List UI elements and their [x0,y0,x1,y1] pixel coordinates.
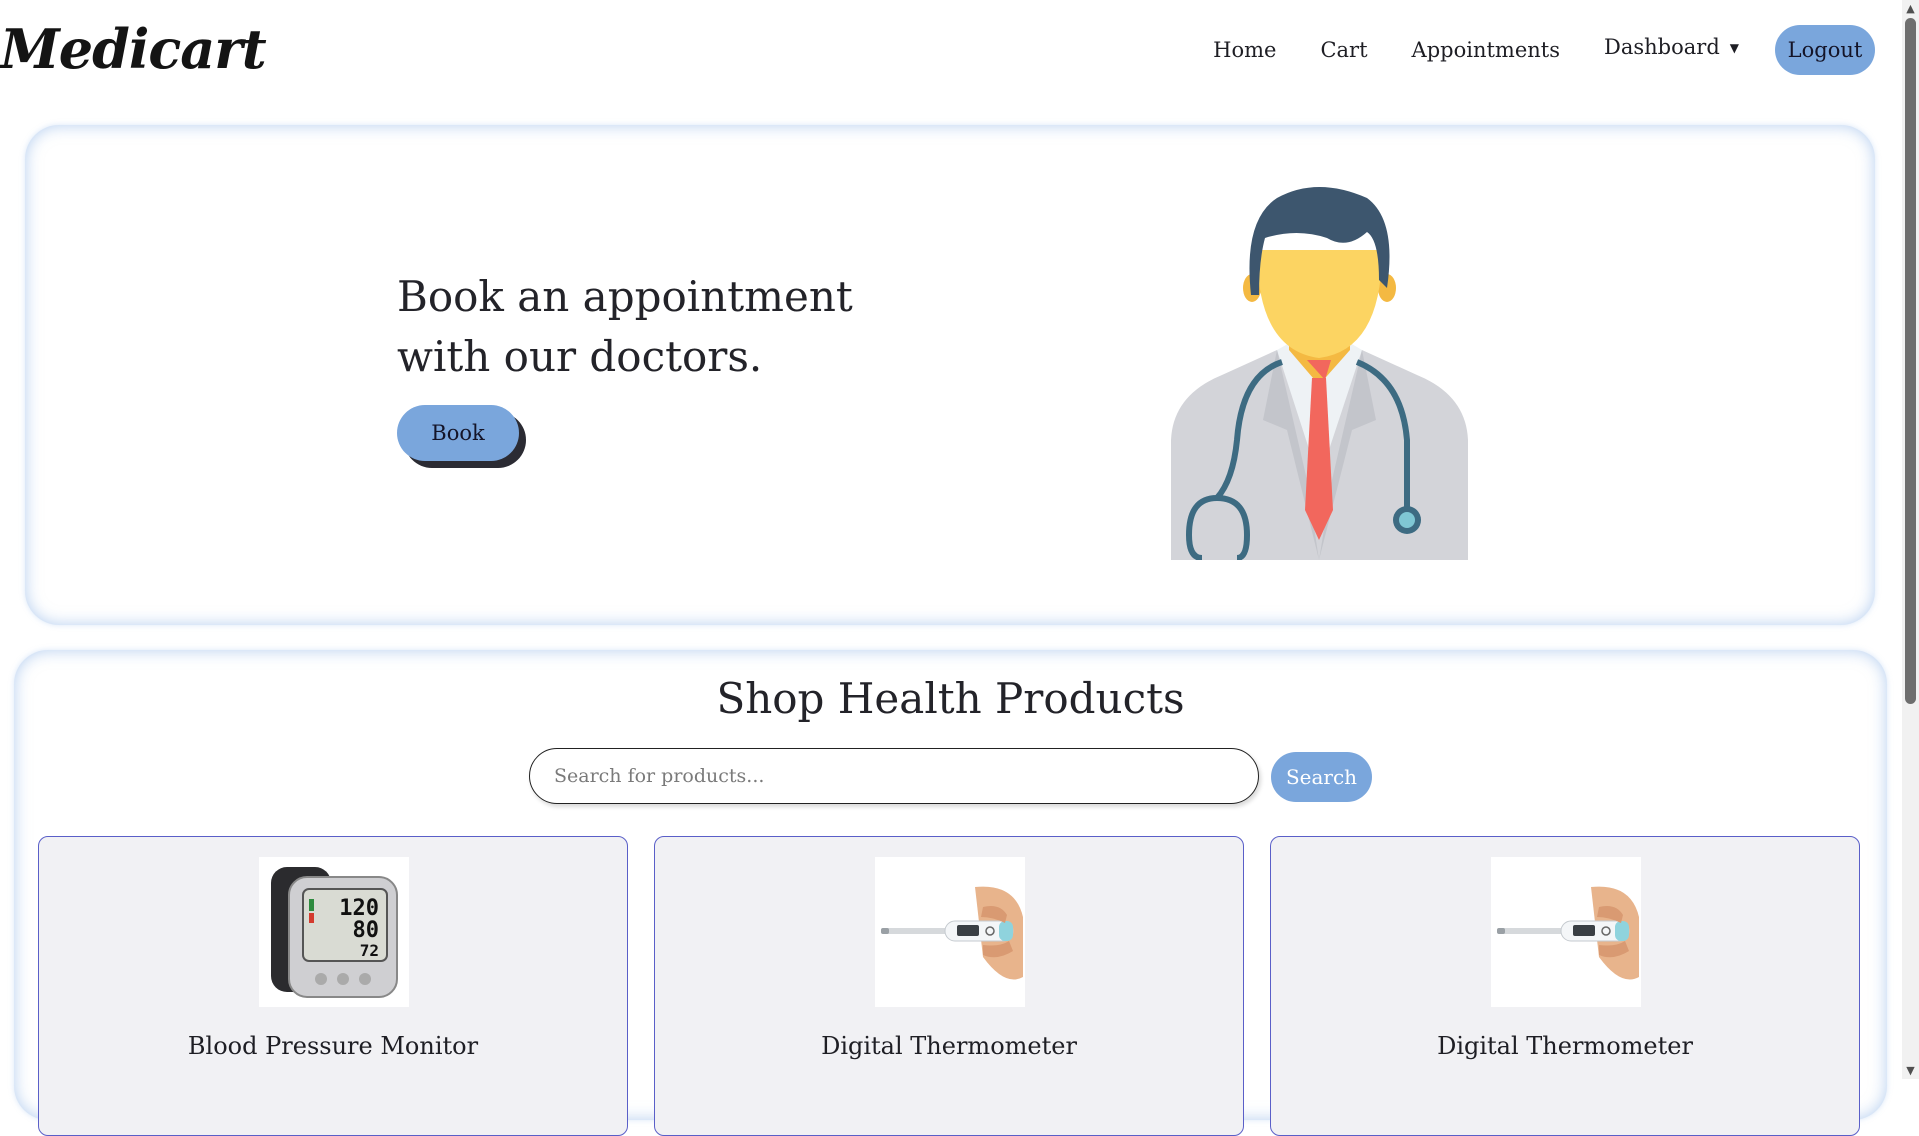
hero-title-line-1: Book an appointment [397,272,853,321]
site-logo[interactable]: Medicart [0,14,267,84]
product-card[interactable]: 120 80 72 Blood Pressure Monitor [38,836,628,1136]
hero-title: Book an appointment with our doctors. [397,267,917,387]
logout-button[interactable]: Logout [1775,25,1875,75]
nav-appointments[interactable]: Appointments [1412,24,1560,76]
nav-dashboard-dropdown[interactable]: Dashboard ▼ [1604,19,1739,74]
nav-home[interactable]: Home [1213,24,1276,76]
search-button[interactable]: Search [1271,752,1372,802]
shop-title: Shop Health Products [716,674,1185,723]
product-card[interactable]: Digital Thermometer [1270,836,1860,1136]
product-search-input[interactable] [529,748,1259,804]
scroll-down-arrow-icon[interactable]: ▼ [1902,1062,1919,1079]
doctor-illustration [1171,187,1468,560]
product-name[interactable]: Blood Pressure Monitor [39,1032,627,1060]
svg-text:72: 72 [360,941,379,960]
main-nav: Home Cart Appointments Dashboard ▼ Logou… [1169,24,1875,76]
page-scrollbar[interactable]: ▲ ▼ [1902,0,1919,1079]
appointment-hero: Book an appointment with our doctors. Bo… [25,125,1875,625]
product-name[interactable]: Digital Thermometer [655,1032,1243,1060]
hero-title-line-2: with our doctors. [397,332,763,381]
scroll-up-arrow-icon[interactable]: ▲ [1902,0,1919,17]
dashboard-label: Dashboard [1604,34,1720,59]
product-card[interactable]: Digital Thermometer [654,836,1244,1136]
book-button[interactable]: Book [397,405,519,461]
digital-thermometer-image[interactable] [875,857,1025,1007]
product-name[interactable]: Digital Thermometer [1271,1032,1859,1060]
shop-section: Shop Health Products Search 120 80 72 Bl… [14,650,1887,1136]
caret-down-icon: ▼ [1729,41,1739,55]
blood-pressure-monitor-image[interactable]: 120 80 72 [259,857,409,1007]
digital-thermometer-image[interactable] [1491,857,1641,1007]
nav-cart[interactable]: Cart [1320,24,1367,76]
svg-text:80: 80 [353,918,380,943]
scrollbar-thumb[interactable] [1905,18,1916,704]
